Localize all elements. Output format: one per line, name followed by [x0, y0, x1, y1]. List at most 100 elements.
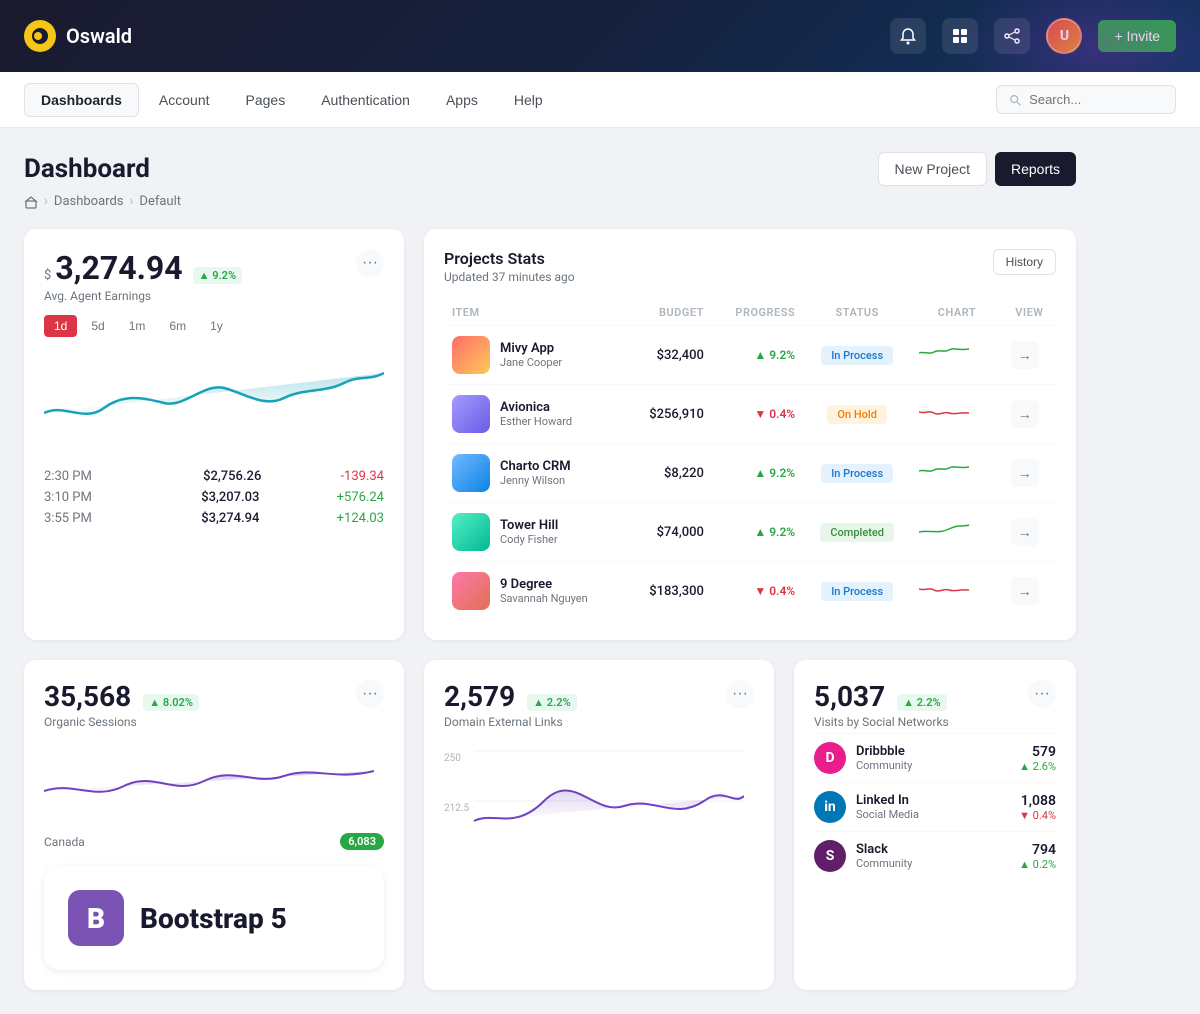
earnings-amount: 3,274.94	[55, 249, 182, 287]
time-filter-5d[interactable]: 5d	[81, 315, 114, 337]
col-progress: PROGRESS	[712, 300, 803, 326]
reports-button[interactable]: Reports	[995, 152, 1076, 186]
nav-apps[interactable]: Apps	[430, 84, 494, 116]
project-thumb	[452, 513, 490, 551]
share-icon-btn[interactable]	[994, 18, 1030, 54]
project-status: Completed	[820, 523, 894, 542]
logo-text: Oswald	[66, 24, 132, 48]
notification-icon-btn[interactable]	[890, 18, 926, 54]
nav-account[interactable]: Account	[143, 84, 226, 116]
time-filter-1d[interactable]: 1d	[44, 315, 77, 337]
social-name: Dribbble	[856, 744, 912, 759]
project-budget: $8,220	[627, 444, 712, 503]
avatar[interactable]: U	[1046, 18, 1082, 54]
table-row: Avionica Esther Howard $256,910 ▼ 0.4% O…	[444, 385, 1056, 444]
project-item-info: Avionica Esther Howard	[452, 395, 619, 433]
project-go-button[interactable]: →	[1011, 341, 1039, 369]
canada-row: Canada 6,083	[44, 833, 384, 850]
project-go-button[interactable]: →	[1011, 400, 1039, 428]
table-row: Tower Hill Cody Fisher $74,000 ▲ 9.2% Co…	[444, 503, 1056, 562]
domain-more-button[interactable]: ···	[726, 680, 754, 708]
time-filter-6m[interactable]: 6m	[159, 315, 196, 337]
projects-title-area: Projects Stats Updated 37 minutes ago	[444, 249, 575, 284]
table-row: 9 Degree Savannah Nguyen $183,300 ▼ 0.4%…	[444, 562, 1056, 621]
projects-updated: Updated 37 minutes ago	[444, 270, 575, 284]
social-item: in Linked In Social Media 1,088 ▼ 0.4%	[814, 782, 1056, 831]
social-networks-card: 5,037 ▲ 2.2% Visits by Social Networks ·…	[794, 660, 1076, 990]
earnings-more-button[interactable]: ···	[356, 249, 384, 277]
nav-help[interactable]: Help	[498, 84, 559, 116]
grid-icon-btn[interactable]	[942, 18, 978, 54]
social-label: Visits by Social Networks	[814, 715, 949, 729]
social-icon: S	[814, 840, 846, 872]
domain-links-card: 2,579 ▲ 2.2% Domain External Links ···	[424, 660, 774, 990]
social-type: Community	[856, 759, 912, 772]
time-entries: 2:30 PM $2,756.26 -139.34 3:10 PM $3,207…	[44, 469, 384, 526]
social-value: 1,088	[1019, 793, 1056, 809]
projects-table: ITEM BUDGET PROGRESS STATUS CHART VIEW M…	[444, 300, 1056, 620]
project-person: Jane Cooper	[500, 356, 562, 369]
project-thumb	[452, 395, 490, 433]
project-progress: ▼ 0.4%	[754, 584, 795, 598]
project-thumb	[452, 336, 490, 374]
page-content: Dashboard New Project Reports › Dashboar…	[0, 128, 1100, 1014]
entry-amount-0: $2,756.26	[203, 469, 261, 484]
project-progress: ▲ 9.2%	[754, 466, 795, 480]
nav-authentication[interactable]: Authentication	[305, 84, 426, 116]
project-name: Charto CRM	[500, 459, 571, 474]
project-go-button[interactable]: →	[1011, 518, 1039, 546]
project-chart	[919, 345, 979, 365]
project-name: Mivy App	[500, 341, 562, 356]
header-actions: U + Invite	[890, 18, 1176, 54]
project-status: On Hold	[827, 405, 886, 424]
search-input[interactable]	[1029, 92, 1163, 107]
projects-title: Projects Stats	[444, 249, 575, 268]
time-filter-1y[interactable]: 1y	[200, 315, 233, 337]
entry-time-1: 3:10 PM	[44, 490, 124, 505]
breadcrumb: › Dashboards › Default	[24, 194, 1076, 209]
project-person: Esther Howard	[500, 415, 572, 428]
organic-chart	[44, 741, 384, 821]
project-status: In Process	[821, 464, 893, 483]
social-name: Slack	[856, 842, 912, 857]
social-number: 5,037	[814, 680, 885, 713]
page-title: Dashboard	[24, 154, 150, 184]
new-project-button[interactable]: New Project	[878, 152, 987, 186]
entry-amount-2: $3,274.94	[201, 511, 259, 526]
time-entry: 2:30 PM $2,756.26 -139.34	[44, 469, 384, 484]
entry-time-0: 2:30 PM	[44, 469, 124, 484]
entry-time-2: 3:55 PM	[44, 511, 124, 526]
bootstrap-label: Bootstrap 5	[140, 902, 287, 935]
social-type: Community	[856, 857, 912, 870]
project-person: Cody Fisher	[500, 533, 558, 546]
organic-sessions-number: 35,568	[44, 680, 131, 713]
organic-more-button[interactable]: ···	[356, 680, 384, 708]
invite-button[interactable]: + Invite	[1098, 20, 1176, 52]
history-button[interactable]: History	[993, 249, 1056, 275]
earnings-card: $ 3,274.94 ▲ 9.2% Avg. Agent Earnings ··…	[24, 229, 404, 640]
projects-card-header: Projects Stats Updated 37 minutes ago Hi…	[444, 249, 1056, 284]
project-budget: $183,300	[627, 562, 712, 621]
social-icon: D	[814, 742, 846, 774]
earnings-currency: $	[44, 268, 51, 283]
page-header: Dashboard New Project Reports	[24, 152, 1076, 186]
social-more-button[interactable]: ···	[1028, 680, 1056, 708]
time-filter-1m[interactable]: 1m	[119, 315, 156, 337]
nav-pages[interactable]: Pages	[230, 84, 302, 116]
project-thumb	[452, 454, 490, 492]
table-row: Mivy App Jane Cooper $32,400 ▲ 9.2% In P…	[444, 326, 1056, 385]
nav-bar: Dashboards Account Pages Authentication …	[0, 72, 1200, 128]
nav-dashboards[interactable]: Dashboards	[24, 83, 139, 117]
project-go-button[interactable]: →	[1011, 459, 1039, 487]
col-status: STATUS	[803, 300, 911, 326]
logo-area: Oswald	[24, 20, 132, 52]
entry-change-2: +124.03	[337, 511, 384, 526]
breadcrumb-default: Default	[139, 194, 181, 209]
page-actions: New Project Reports	[878, 152, 1077, 186]
projects-card: Projects Stats Updated 37 minutes ago Hi…	[424, 229, 1076, 640]
project-go-button[interactable]: →	[1011, 577, 1039, 605]
canada-label: Canada	[44, 835, 85, 849]
social-item: S Slack Community 794 ▲ 0.2%	[814, 831, 1056, 880]
col-chart: CHART	[911, 300, 1003, 326]
home-icon	[24, 195, 38, 209]
